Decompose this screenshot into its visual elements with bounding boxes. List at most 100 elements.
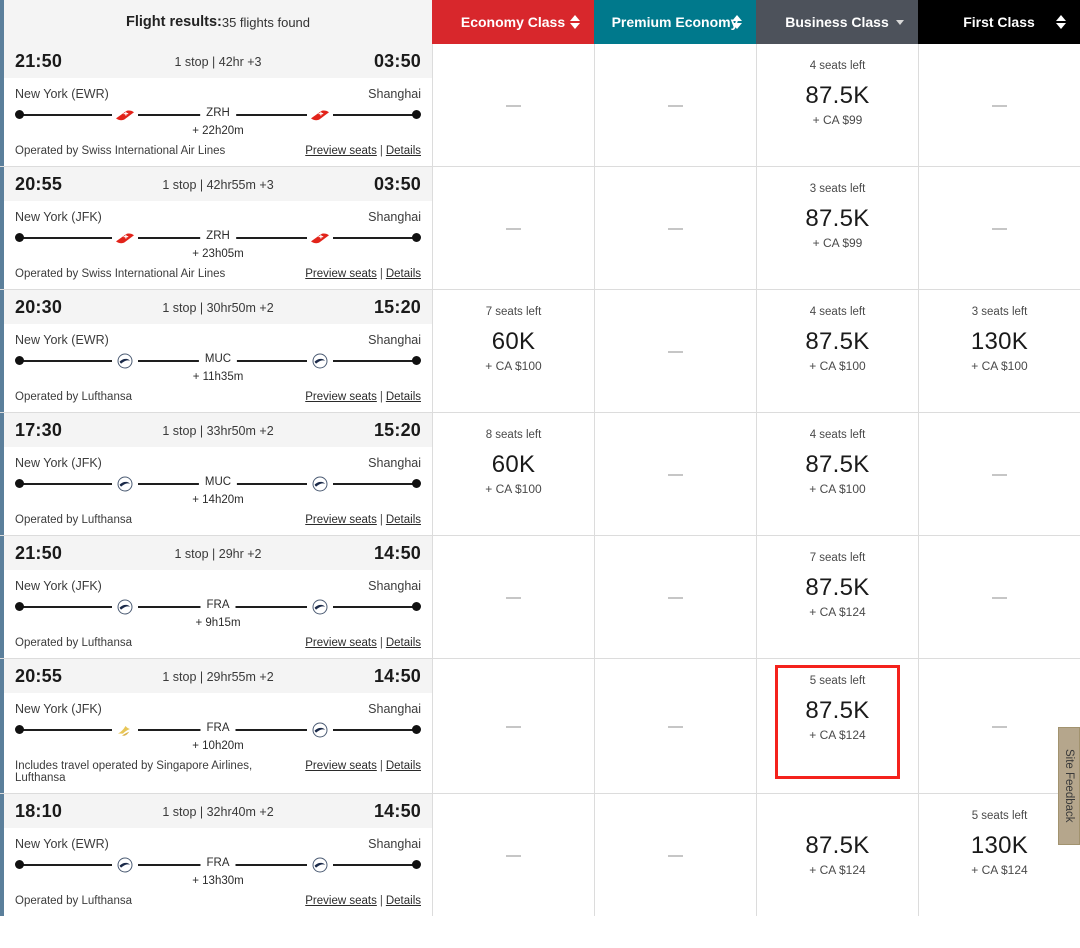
layover-duration: + 23h05m: [192, 248, 244, 260]
fare-cell[interactable]: 3 seats left 130K + CA $100: [918, 290, 1080, 412]
fare-cell: —: [432, 536, 594, 658]
preview-seats-link[interactable]: Preview seats: [305, 637, 377, 649]
origin-dot: [15, 110, 24, 119]
origin-dot: [15, 725, 24, 734]
fare-miles: 87.5K: [805, 328, 870, 355]
fare-cell: —: [918, 44, 1080, 166]
fare-taxes: + CA $124: [809, 863, 866, 877]
link-separator: |: [379, 514, 383, 526]
link-separator: |: [379, 268, 383, 280]
swiss-logo-icon: [112, 230, 139, 246]
fare-cell[interactable]: 7 seats left 60K + CA $100: [432, 290, 594, 412]
fare-cell[interactable]: 3 seats left 87.5K + CA $99: [756, 167, 918, 289]
origin-airport: New York (EWR): [15, 333, 109, 347]
link-separator: |: [379, 895, 383, 907]
fare-cell[interactable]: 8 seats left 60K + CA $100: [432, 413, 594, 535]
column-header-first-class[interactable]: First Class: [918, 0, 1080, 44]
fare-unavailable: —: [506, 846, 521, 864]
operating-carrier: Operated by Lufthansa: [15, 895, 132, 907]
seats-left: 5 seats left: [809, 675, 866, 687]
site-feedback-tab[interactable]: Site Feedback: [1058, 727, 1080, 845]
sort-updown-icon[interactable]: [1056, 15, 1066, 29]
flight-row: 20:55 1 stop | 29hr55m +2 14:50 New York (J…: [0, 658, 1080, 793]
destination-dot: [412, 602, 421, 611]
origin-dot: [15, 233, 24, 242]
flight-detail-cell: 20:30 1 stop | 30hr50m +2 15:20 New York (E…: [0, 290, 432, 412]
fare-miles: 87.5K: [805, 205, 870, 232]
departure-time: 17:30: [15, 420, 63, 440]
fare-cell: —: [594, 794, 756, 916]
layover-airport-code: MUC: [198, 353, 238, 365]
preview-seats-link[interactable]: Preview seats: [305, 895, 377, 907]
operating-carrier: Operated by Lufthansa: [15, 637, 132, 649]
operating-carrier: Includes travel operated by Singapore Ai…: [15, 760, 253, 784]
lufthansa-logo-icon: [112, 599, 139, 615]
origin-airport: New York (JFK): [15, 210, 102, 224]
fare-unavailable: —: [668, 717, 683, 735]
column-header-business-class[interactable]: Business Class: [756, 0, 918, 44]
fare-taxes: + CA $100: [485, 482, 542, 496]
fare-taxes: + CA $124: [971, 863, 1028, 877]
layover-duration: + 13h30m: [192, 875, 244, 887]
departure-time: 21:50: [15, 543, 63, 563]
route-diagram: New York (JFK) Shanghai FRA + 9h15m: [4, 570, 432, 629]
origin-airport: New York (JFK): [15, 456, 102, 470]
preview-seats-link[interactable]: Preview seats: [305, 760, 377, 772]
fare-unavailable: —: [992, 465, 1007, 483]
fare-unavailable: —: [992, 717, 1007, 735]
arrival-time: 14:50: [373, 801, 421, 821]
details-link[interactable]: Details: [386, 514, 421, 526]
preview-seats-link[interactable]: Preview seats: [305, 145, 377, 157]
stops-duration: 1 stop | 32hr40m +2: [162, 804, 274, 819]
sort-updown-icon[interactable]: [732, 15, 742, 29]
details-link[interactable]: Details: [386, 145, 421, 157]
fare-cell[interactable]: 87.5K + CA $124: [756, 794, 918, 916]
departure-time: 18:10: [15, 801, 63, 821]
fare-cell[interactable]: 5 seats left 130K + CA $124: [918, 794, 1080, 916]
fare-taxes: + CA $100: [485, 359, 542, 373]
column-header-economy-class[interactable]: Economy Class: [432, 0, 594, 44]
seats-left: 8 seats left: [485, 429, 542, 441]
fare-unavailable: —: [992, 96, 1007, 114]
preview-seats-link[interactable]: Preview seats: [305, 514, 377, 526]
chevron-down-icon[interactable]: [896, 19, 904, 25]
departure-time: 20:55: [15, 174, 63, 194]
route-diagram: New York (EWR) Shanghai MUC + 11h35m: [4, 324, 432, 383]
sort-updown-icon[interactable]: [570, 15, 580, 29]
layover-airport-code: ZRH: [200, 107, 236, 119]
destination-dot: [412, 356, 421, 365]
flight-results-label: Flight results:: [125, 14, 222, 30]
fare-cell[interactable]: 7 seats left 87.5K + CA $124: [756, 536, 918, 658]
flight-detail-cell: 20:55 1 stop | 42hr55m +3 03:50 New York (J…: [0, 167, 432, 289]
fare-cell[interactable]: 4 seats left 87.5K + CA $100: [756, 290, 918, 412]
column-header-label: Business Class: [785, 14, 889, 30]
site-feedback-label: Site Feedback: [1063, 749, 1075, 823]
details-link[interactable]: Details: [386, 760, 421, 772]
fare-cell: —: [918, 413, 1080, 535]
fare-unavailable: —: [668, 846, 683, 864]
fare-cell[interactable]: 5 seats left 87.5K + CA $124: [756, 659, 918, 793]
fare-unavailable: —: [668, 342, 683, 360]
fare-miles: 87.5K: [805, 697, 870, 724]
seats-left: 4 seats left: [809, 306, 866, 318]
seats-left: 5 seats left: [971, 810, 1028, 822]
column-header-premium-economy[interactable]: Premium Economy: [594, 0, 756, 44]
flight-times: 17:30 1 stop | 33hr50m +2 15:20: [4, 413, 432, 447]
destination-city: Shanghai: [368, 456, 421, 470]
fare-cell[interactable]: 4 seats left 87.5K + CA $99: [756, 44, 918, 166]
details-link[interactable]: Details: [386, 895, 421, 907]
details-link[interactable]: Details: [386, 268, 421, 280]
layover-airport-code: MUC: [198, 476, 238, 488]
preview-seats-link[interactable]: Preview seats: [305, 391, 377, 403]
layover-duration: + 22h20m: [192, 125, 244, 137]
fare-cell[interactable]: 4 seats left 87.5K + CA $100: [756, 413, 918, 535]
departure-time: 20:30: [15, 297, 63, 317]
details-link[interactable]: Details: [386, 391, 421, 403]
fare-taxes: + CA $124: [809, 728, 866, 742]
fare-cell: —: [432, 659, 594, 793]
details-link[interactable]: Details: [386, 637, 421, 649]
fare-cell: —: [594, 536, 756, 658]
swiss-logo-icon: [307, 230, 334, 246]
fare-miles: 87.5K: [805, 574, 870, 601]
preview-seats-link[interactable]: Preview seats: [305, 268, 377, 280]
